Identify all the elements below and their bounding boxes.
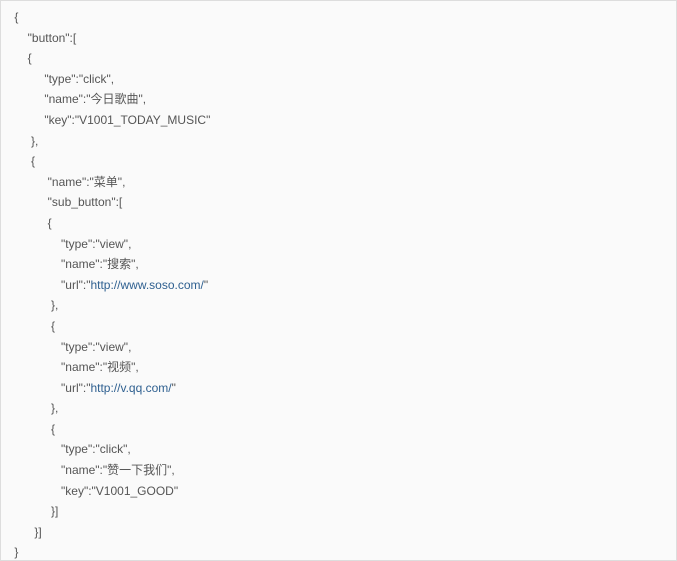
code-line: "key":"V1001_GOOD" (11, 484, 178, 498)
code-line: "key":"V1001_TODAY_MUSIC" (11, 113, 210, 127)
code-line: }] (11, 525, 42, 539)
code-line: }, (11, 134, 38, 148)
code-line: "type":"view", (11, 237, 131, 251)
code-line: "type":"click", (11, 442, 131, 456)
code-line: { (11, 51, 38, 65)
code-line: "button":[ (11, 31, 76, 45)
code-line: "url":"http://v.qq.com/" (11, 381, 176, 395)
code-line: "sub_button":[ (11, 195, 122, 209)
code-line: } (11, 545, 18, 559)
code-line: { (11, 10, 18, 24)
code-line: "name":"菜单", (11, 175, 125, 189)
code-line: "name":"赞一下我们", (11, 463, 175, 477)
url-link-soso[interactable]: http://www.soso.com/ (90, 278, 203, 292)
code-line: }] (11, 504, 58, 518)
code-line: "type":"view", (11, 340, 131, 354)
code-line: { (11, 216, 64, 230)
code-line: }, (11, 401, 58, 415)
code-line: }, (11, 298, 58, 312)
code-line: "url":"http://www.soso.com/" (11, 278, 208, 292)
code-line: "name":"视频", (11, 360, 139, 374)
code-content: { "button":[ { "type":"click", "name":"今… (11, 7, 666, 561)
code-block: { "button":[ { "type":"click", "name":"今… (0, 0, 677, 561)
code-line: { (11, 154, 35, 168)
code-line: "name":"搜索", (11, 257, 139, 271)
code-line: { (11, 422, 55, 436)
url-link-vqq[interactable]: http://v.qq.com/ (90, 381, 171, 395)
code-line: "type":"click", (11, 72, 114, 86)
code-line: { (11, 319, 55, 333)
code-line: "name":"今日歌曲", (11, 92, 146, 106)
